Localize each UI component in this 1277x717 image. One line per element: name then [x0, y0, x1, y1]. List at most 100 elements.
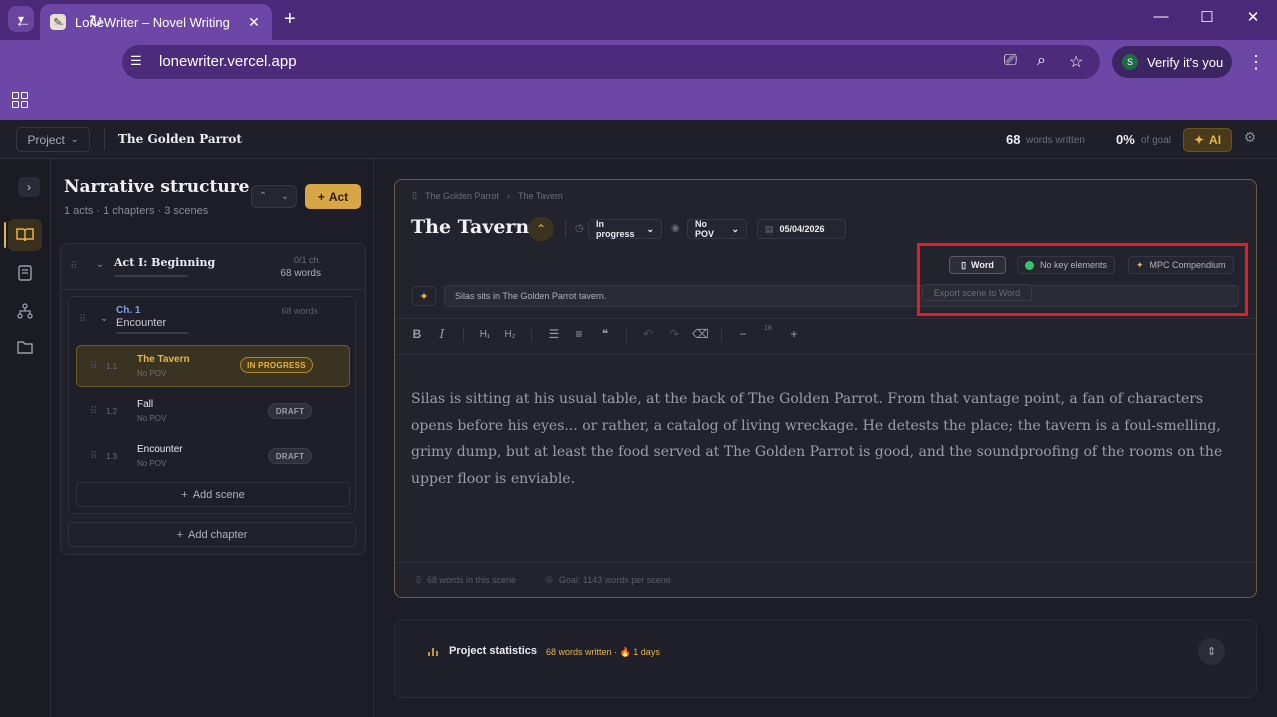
- drag-handle-icon[interactable]: ⠿: [79, 314, 86, 325]
- heading1-icon[interactable]: H₁: [477, 329, 493, 340]
- ai-button[interactable]: ✦ AI: [1183, 128, 1232, 152]
- add-scene-label: Add scene: [192, 488, 245, 501]
- structure-book-icon[interactable]: [8, 219, 42, 251]
- scene-pov: No POV: [137, 369, 167, 378]
- breadcrumb: ▯ The Golden Parrot › The Tavern: [412, 190, 563, 201]
- scene-name[interactable]: Encounter: [137, 444, 183, 455]
- flame-icon: 🔥: [619, 647, 631, 657]
- stats-expand-button[interactable]: ⇕: [1198, 638, 1225, 665]
- bold-icon[interactable]: B: [409, 327, 425, 341]
- back-arrow-icon[interactable]: ←: [12, 12, 34, 32]
- zoom-icon[interactable]: ⌕: [1037, 52, 1046, 70]
- hierarchy-icon[interactable]: [8, 295, 42, 327]
- chapter-name[interactable]: Encounter: [116, 317, 166, 329]
- meta-divider: [565, 221, 566, 237]
- notebook-icon[interactable]: [8, 257, 42, 289]
- browser-menu-icon[interactable]: ⋮: [1247, 52, 1265, 73]
- scene-name[interactable]: The Tavern: [137, 354, 190, 365]
- drag-handle-icon[interactable]: ⠿: [90, 361, 97, 372]
- breadcrumb-project[interactable]: The Golden Parrot: [425, 191, 499, 201]
- folder-svg-icon: [17, 341, 33, 354]
- chevron-down-icon[interactable]: ⌄: [100, 313, 108, 324]
- chevron-down-icon: ⌄: [731, 223, 739, 234]
- bookmark-star-icon[interactable]: ☆: [1069, 52, 1083, 72]
- collapse-header-button[interactable]: ⌃: [528, 217, 554, 241]
- expand-chevrons-icon: ⇕: [1206, 646, 1217, 658]
- collapse-all-icon[interactable]: ⌄: [281, 191, 289, 202]
- toolbar-bottom-divider: [395, 354, 1256, 355]
- book-icon: ▯: [412, 190, 417, 200]
- toolbar-top-divider: [395, 318, 1256, 319]
- toolbar-divider: [626, 328, 627, 342]
- verify-profile-button[interactable]: S Verify it's you: [1112, 46, 1232, 78]
- editor-footer-divider: [395, 562, 1256, 563]
- act-name[interactable]: Act I: Beginning: [114, 256, 215, 269]
- act-chapters-meta: 0/1 ch.: [293, 255, 321, 265]
- install-app-icon[interactable]: ⎚: [1004, 52, 1017, 70]
- expand-sidebar-button[interactable]: ›: [18, 177, 40, 197]
- add-act-button[interactable]: + Act: [305, 184, 361, 209]
- quote-icon[interactable]: ❝: [597, 327, 613, 341]
- heading2-icon[interactable]: H₂: [502, 329, 518, 340]
- status-select[interactable]: In progress ⌄: [588, 219, 662, 239]
- settings-gear-icon[interactable]: ⚙: [1240, 129, 1260, 151]
- folder-icon[interactable]: [8, 331, 42, 363]
- pov-select[interactable]: No POV ⌄: [687, 219, 747, 239]
- words-written-label: words written: [1026, 135, 1085, 146]
- bar-chart-svg-icon: [428, 648, 438, 656]
- scene-name[interactable]: Fall: [137, 399, 153, 410]
- eraser-icon[interactable]: ⌫: [692, 327, 709, 341]
- project-menu-button[interactable]: Project ⌄: [16, 127, 90, 152]
- undo-icon[interactable]: ↶: [640, 327, 656, 341]
- tab-close-icon[interactable]: ✕: [246, 14, 262, 31]
- font-decrease-icon[interactable]: −: [735, 327, 751, 341]
- window-close-icon[interactable]: ✕: [1238, 8, 1268, 26]
- scene-title[interactable]: The Tavern: [411, 216, 529, 238]
- scene-index: 1.3: [106, 452, 118, 461]
- add-scene-button[interactable]: + Add scene: [76, 482, 350, 507]
- chevron-down-icon: ⌄: [646, 223, 654, 234]
- drag-handle-icon[interactable]: ⠿: [70, 261, 77, 272]
- scene-text-area[interactable]: Silas is sitting at his usual table, at …: [411, 386, 1241, 492]
- ordered-list-icon[interactable]: ≡: [571, 327, 587, 341]
- highlight-box: [917, 243, 1248, 316]
- new-tab-button[interactable]: +: [284, 8, 296, 30]
- act-words-meta: 68 words: [280, 268, 321, 279]
- maximize-icon[interactable]: ☐: [1192, 8, 1222, 26]
- font-increase-icon[interactable]: +: [786, 327, 802, 341]
- goal-percent: 0%: [1116, 132, 1135, 147]
- browser-tab[interactable]: ✎ LoneWriter – Novel Writing ✕: [40, 4, 272, 40]
- italic-icon[interactable]: I: [434, 327, 450, 341]
- drag-handle-icon[interactable]: ⠿: [90, 406, 97, 417]
- ai-summary-button[interactable]: ✦: [412, 286, 436, 306]
- footer-words: ▯ 68 words in this scene: [416, 574, 516, 585]
- plus-icon: +: [176, 528, 184, 541]
- url-text[interactable]: lonewriter.vercel.app: [159, 53, 297, 70]
- clock-icon: ◷: [575, 223, 584, 234]
- scene-pov: No POV: [137, 459, 167, 468]
- expand-all-icon[interactable]: ⌃: [259, 191, 267, 202]
- footer-goal-text: Goal: 1143 words per scene: [558, 574, 671, 585]
- status-badge: IN PROGRESS: [240, 357, 313, 373]
- collapse-expand-controls[interactable]: ⌃ ⌄: [251, 185, 297, 208]
- minimize-icon[interactable]: —: [1146, 8, 1176, 25]
- scene-index: 1.1: [106, 362, 118, 371]
- add-chapter-button[interactable]: + Add chapter: [68, 522, 356, 547]
- date-value: 05/04/2026: [779, 224, 825, 234]
- redo-icon[interactable]: ↷: [666, 327, 682, 341]
- open-book-icon: [16, 228, 34, 242]
- breadcrumb-scene[interactable]: The Tavern: [518, 191, 563, 201]
- apps-grid-icon[interactable]: [12, 92, 28, 108]
- bullet-list-icon[interactable]: ☰: [546, 327, 562, 341]
- footer-goal: ◎ Goal: 1143 words per scene: [545, 574, 671, 585]
- chevron-down-icon[interactable]: ⌄: [96, 259, 104, 270]
- chevron-down-icon: ⌄: [70, 134, 79, 144]
- date-field[interactable]: ▤ 05/04/2026: [757, 219, 846, 239]
- stats-title: Project statistics: [449, 645, 538, 657]
- toolbar-divider: [463, 328, 464, 342]
- status-badge: DRAFT: [268, 448, 312, 464]
- site-settings-icon[interactable]: ☰: [130, 53, 142, 69]
- reload-icon[interactable]: ↻: [85, 12, 107, 32]
- drag-handle-icon[interactable]: ⠿: [90, 451, 97, 462]
- forward-arrow-icon[interactable]: →: [48, 12, 70, 32]
